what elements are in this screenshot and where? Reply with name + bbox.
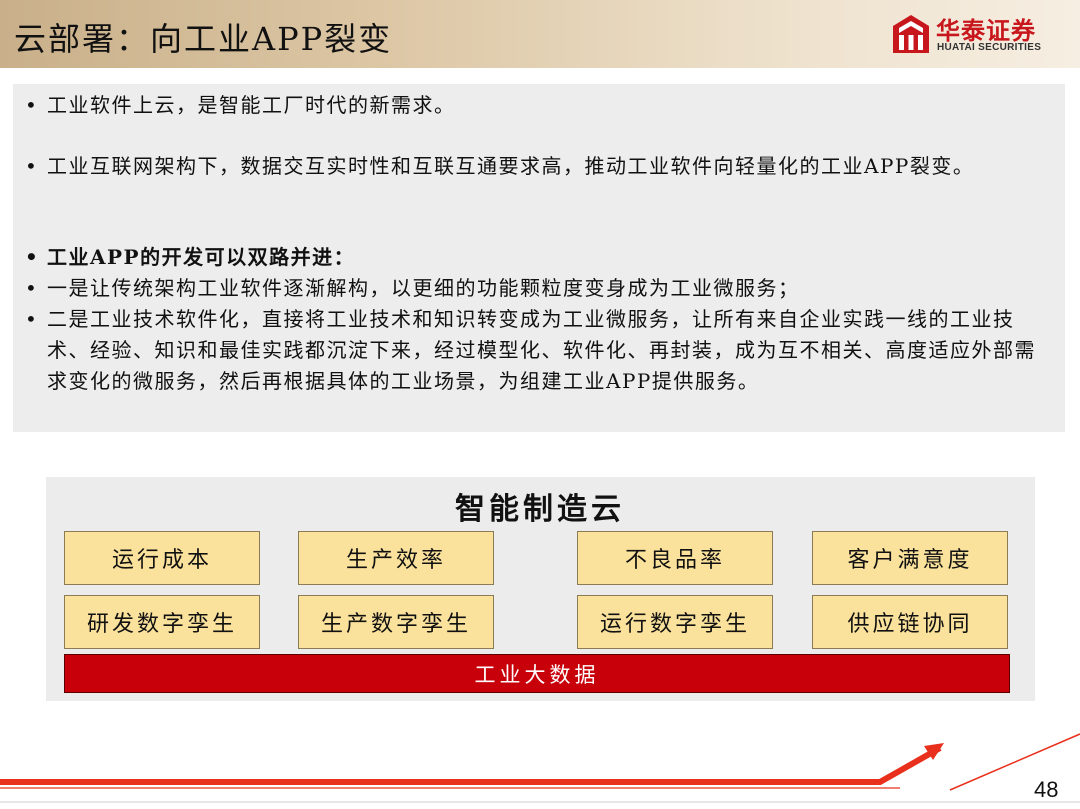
footer-decoration: [0, 733, 1080, 803]
bullet-item: • 一是让传统架构工业软件逐渐解构，以更细的功能颗粒度变身成为工业微服务；: [25, 273, 1045, 304]
bullet-dot: •: [25, 307, 39, 331]
bullet-text: 二是工业技术软件化，直接将工业技术和知识转变成为工业微服务，让所有来自企业实践一…: [47, 307, 1036, 393]
header-bar: 云部署：向工业APP裂变 华泰证券 HUATAI SECURITIES: [0, 0, 1080, 68]
bullet-dot: •: [25, 245, 40, 269]
diagram-title: 智能制造云: [455, 492, 625, 527]
metric-box: 生产效率: [298, 531, 494, 585]
bullet-dot: •: [25, 276, 39, 300]
twin-box: 运行数字孪生: [577, 595, 773, 649]
brand-logo: 华泰证券 HUATAI SECURITIES: [892, 12, 1062, 58]
bullet-dot: •: [25, 154, 39, 178]
metric-box: 客户满意度: [812, 531, 1008, 585]
bullet-item: • 二是工业技术软件化，直接将工业技术和知识转变成为工业微服务，让所有来自企业实…: [25, 304, 1045, 397]
logo-english-name: HUATAI SECURITIES: [937, 42, 1042, 53]
bullet-item: • 工业软件上云，是智能工厂时代的新需求。: [25, 90, 1045, 121]
page-number: 48: [1034, 777, 1059, 802]
bullet-item: • 工业互联网架构下，数据交互实时性和互联互通要求高，推动工业软件向轻量化的工业…: [25, 151, 1045, 182]
bullet-text: 工业软件上云，是智能工厂时代的新需求。: [47, 93, 456, 117]
bullet-text: 工业互联网架构下，数据交互实时性和互联互通要求高，推动工业软件向轻量化的工业AP…: [47, 154, 975, 178]
twin-box: 供应链协同: [812, 595, 1008, 649]
huatai-logo-icon: [893, 15, 929, 53]
twin-box: 生产数字孪生: [298, 595, 494, 649]
bullet-dot: •: [25, 93, 39, 117]
bullet-text: 一是让传统架构工业软件逐渐解构，以更细的功能颗粒度变身成为工业微服务；: [47, 276, 800, 300]
twin-box: 研发数字孪生: [64, 595, 260, 649]
industrial-big-data-bar: 工业大数据: [64, 654, 1010, 693]
content-textbox: • 工业软件上云，是智能工厂时代的新需求。 • 工业互联网架构下，数据交互实时性…: [13, 84, 1065, 432]
metric-box: 运行成本: [64, 531, 260, 585]
slide-title: 云部署：向工业APP裂变: [14, 20, 393, 58]
metric-box: 不良品率: [577, 531, 773, 585]
bullet-text: 工业APP的开发可以双路并进：: [47, 245, 356, 269]
logo-chinese-name: 华泰证券: [936, 17, 1036, 45]
bullet-item: • 工业APP的开发可以双路并进：: [25, 242, 1045, 273]
